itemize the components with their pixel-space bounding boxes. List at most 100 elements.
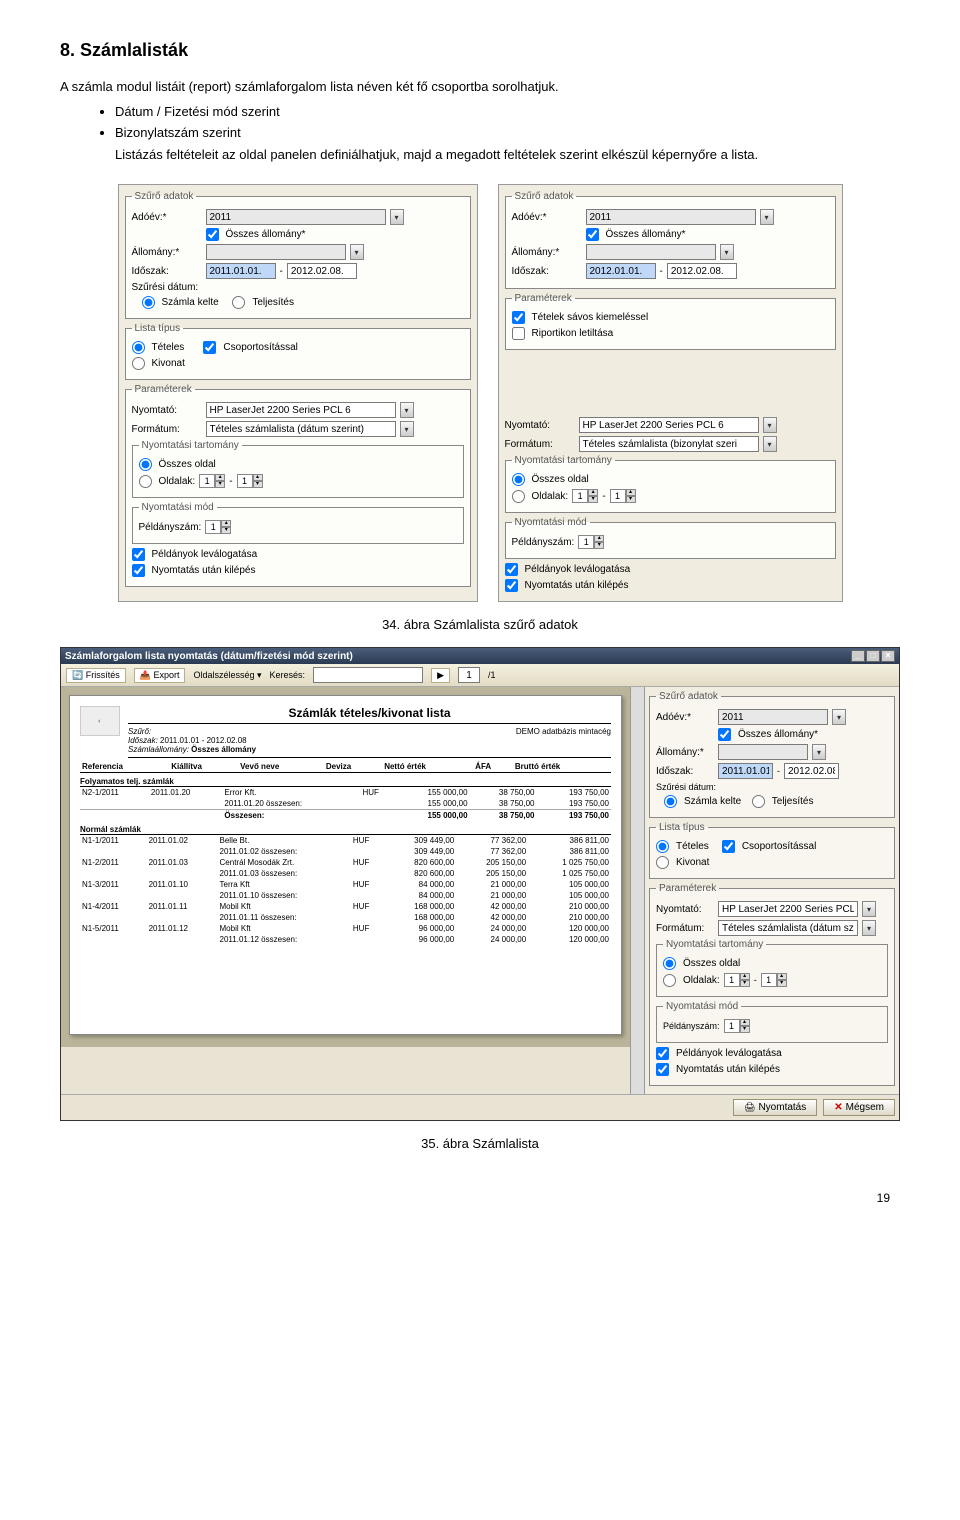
close-icon[interactable]: ✕ (881, 650, 895, 662)
allomany-input[interactable] (718, 744, 808, 760)
report-preview-area[interactable]: ◐ Számlák tételes/kivonat lista Szűrő: I… (61, 687, 630, 1047)
oldalak-radio[interactable] (139, 475, 152, 488)
adoev-input[interactable] (718, 709, 828, 725)
group-header: Folyamatos telj. számlák (80, 773, 611, 787)
peldanyszam-label: Példányszám: (139, 522, 202, 533)
dropdown-icon[interactable]: ▾ (862, 901, 876, 917)
page-number-input[interactable] (458, 667, 480, 683)
oldalszel-label[interactable]: Oldalszélesség ▾ (193, 670, 261, 681)
peldanyszam-spinner[interactable]: ▴▾ (724, 1019, 750, 1033)
dropdown-icon[interactable]: ▾ (400, 402, 414, 418)
dropdown-icon[interactable]: ▾ (760, 209, 774, 225)
adoev-input[interactable] (206, 209, 386, 225)
oldalak-radio[interactable] (663, 974, 676, 987)
riport-letilt-checkbox[interactable] (512, 327, 525, 340)
dropdown-icon[interactable]: ▾ (390, 209, 404, 225)
teljesites-radio[interactable] (232, 296, 245, 309)
page-to-spinner[interactable]: ▴▾ (237, 474, 263, 488)
dropdown-icon[interactable]: ▾ (720, 244, 734, 260)
tetel-savos-checkbox[interactable] (512, 311, 525, 324)
window-titlebar[interactable]: Számlaforgalom lista nyomtatás (dátum/fi… (61, 648, 899, 664)
allomany-input[interactable] (586, 244, 716, 260)
nyomtatas-utan-checkbox[interactable] (656, 1063, 669, 1076)
dropdown-icon[interactable]: ▾ (763, 436, 777, 452)
nyomtatas-utan-checkbox[interactable] (505, 579, 518, 592)
osszes-oldal-radio[interactable] (663, 957, 676, 970)
page-from-spinner[interactable]: ▴▾ (572, 489, 598, 503)
report-logo: ◐ (80, 706, 120, 736)
szamla-kelte-radio[interactable] (664, 795, 677, 808)
window-title: Számlaforgalom lista nyomtatás (dátum/fi… (65, 651, 353, 662)
teteles-radio[interactable] (656, 840, 669, 853)
teteles-radio[interactable] (132, 341, 145, 354)
page-from-spinner[interactable]: ▴▾ (199, 474, 225, 488)
formatum-input[interactable] (206, 421, 396, 437)
dropdown-icon[interactable]: ▾ (400, 421, 414, 437)
osszes-allomany-checkbox[interactable] (206, 228, 219, 241)
refresh-button[interactable]: 🔄 Frissítés (66, 668, 126, 683)
szamla-kelte-radio[interactable] (142, 296, 155, 309)
osszes-allomany-checkbox[interactable] (718, 728, 731, 741)
nyomtatas-utan-checkbox[interactable] (132, 564, 145, 577)
minimize-icon[interactable]: _ (851, 650, 865, 662)
peldanyszam-spinner[interactable]: ▴▾ (205, 520, 231, 534)
idoszak-to-input[interactable] (667, 263, 737, 279)
idoszak-to-input[interactable] (287, 263, 357, 279)
dropdown-icon[interactable]: ▾ (763, 417, 777, 433)
formatum-label: Formátum: (132, 424, 202, 435)
cancel-button[interactable]: ✕Mégsem (823, 1099, 895, 1116)
osszes-oldal-radio[interactable] (512, 473, 525, 486)
dropdown-icon[interactable]: ▾ (812, 744, 826, 760)
osszes-allomany-label: Összes állomány* (606, 229, 686, 240)
peldanyok-lev-checkbox[interactable] (132, 548, 145, 561)
adoev-input[interactable] (586, 209, 756, 225)
maximize-icon[interactable]: □ (866, 650, 880, 662)
formatum-input[interactable] (718, 920, 858, 936)
kivonat-radio[interactable] (132, 357, 145, 370)
figure-caption-35: 35. ábra Számlalista (60, 1136, 900, 1151)
printer-icon (744, 1102, 755, 1113)
dropdown-icon[interactable]: ▾ (832, 709, 846, 725)
formatum-input[interactable] (579, 436, 759, 452)
csoportositas-checkbox[interactable] (203, 341, 216, 354)
export-button[interactable]: 📤 Export (134, 668, 186, 683)
allomany-input[interactable] (206, 244, 346, 260)
vertical-scrollbar[interactable] (630, 687, 644, 1094)
page-heading: 8. Számlalisták (60, 40, 900, 61)
report-table: ReferenciaKiállítvaVevő neveDevizaNettó … (80, 761, 611, 773)
osszes-allomany-checkbox[interactable] (586, 228, 599, 241)
page-from-spinner[interactable]: ▴▾ (724, 973, 750, 987)
oldalak-label: Oldalak: (159, 476, 196, 487)
dropdown-icon[interactable]: ▾ (862, 920, 876, 936)
osszes-allomany-label: Összes állomány* (226, 229, 306, 240)
search-input[interactable] (313, 667, 423, 683)
window-bottom-bar: Nyomtatás ✕Mégsem (61, 1094, 899, 1120)
page-to-spinner[interactable]: ▴▾ (761, 973, 787, 987)
peldanyszam-spinner[interactable]: ▴▾ (578, 535, 604, 549)
kivonat-radio[interactable] (656, 856, 669, 869)
indented-text: Listázás feltételeit az oldal panelen de… (115, 146, 900, 164)
nyomtatasi-mod-group: Nyomtatási mód Példányszám: ▴▾ (132, 502, 464, 544)
osszes-oldal-label: Összes oldal (532, 474, 589, 485)
group-label: Nyomtatási mód (139, 502, 217, 513)
osszes-oldal-radio[interactable] (139, 458, 152, 471)
oldalak-radio[interactable] (512, 490, 525, 503)
idoszak-from-input[interactable] (586, 263, 656, 279)
nyomtato-input[interactable] (718, 901, 858, 917)
nyomtato-input[interactable] (206, 402, 396, 418)
figure-caption-34: 34. ábra Számlalista szűrő adatok (60, 617, 900, 632)
oldalak-label: Oldalak: (532, 491, 569, 502)
search-go-button[interactable]: ▶ (431, 668, 450, 683)
nyomtato-input[interactable] (579, 417, 759, 433)
group-label: Paraméterek (132, 384, 195, 395)
page-to-spinner[interactable]: ▴▾ (610, 489, 636, 503)
dropdown-icon[interactable]: ▾ (350, 244, 364, 260)
idoszak-from-input[interactable] (718, 763, 773, 779)
csoportositas-checkbox[interactable] (722, 840, 735, 853)
idoszak-to-input[interactable] (784, 763, 839, 779)
idoszak-from-input[interactable] (206, 263, 276, 279)
peldanyok-lev-checkbox[interactable] (656, 1047, 669, 1060)
teljesites-radio[interactable] (752, 795, 765, 808)
print-button[interactable]: Nyomtatás (733, 1099, 817, 1116)
peldanyok-lev-checkbox[interactable] (505, 563, 518, 576)
